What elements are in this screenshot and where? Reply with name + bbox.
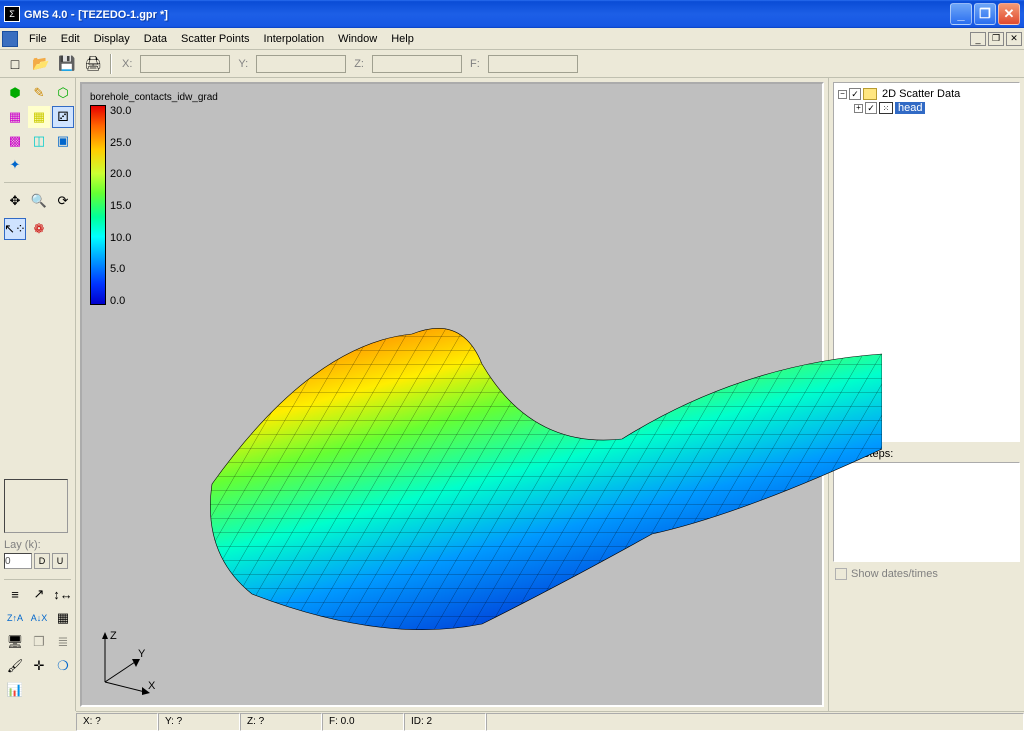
tree-child-row[interactable]: + ✓ ⁙ head	[838, 101, 1015, 115]
tree-root-label[interactable]: 2D Scatter Data	[879, 88, 963, 100]
toolbar-separator	[110, 54, 112, 74]
mdi-close-button[interactable]: ✕	[1006, 32, 1022, 46]
pan-icon[interactable]: ✥	[4, 190, 26, 212]
bottom-tool-bars-icon[interactable]: ≡	[4, 583, 26, 605]
new-button[interactable]: □	[4, 53, 26, 75]
expand-icon[interactable]: +	[854, 104, 863, 113]
z-label: Z:	[350, 58, 368, 70]
grid-yellow-icon[interactable]: ▦	[28, 106, 50, 128]
lay-input[interactable]	[4, 553, 32, 569]
select-spray-icon[interactable]: ❁	[28, 218, 50, 240]
minimize-button[interactable]: _	[950, 3, 972, 25]
y-label: Y:	[234, 58, 252, 70]
tree-root-row[interactable]: − ✓ 2D Scatter Data	[838, 87, 1015, 101]
save-button[interactable]: 💾	[56, 53, 78, 75]
status-blank	[486, 713, 1024, 731]
bottom-tool-za-icon[interactable]: Z↑A	[4, 607, 26, 629]
checkbox-root[interactable]: ✓	[849, 88, 861, 100]
title-bar: Σ GMS 4.0 - [TEZEDO-1.gpr *] _ ❐ ✕	[0, 0, 1024, 28]
menu-edit[interactable]: Edit	[54, 30, 87, 48]
bottom-tool-axes-icon[interactable]: ↕↔	[52, 583, 74, 605]
bottom-tool-copy-icon[interactable]: ❐	[28, 631, 50, 653]
mdi-restore-button[interactable]: ❐	[988, 32, 1004, 46]
close-button[interactable]: ✕	[998, 3, 1020, 25]
f-label: F:	[466, 58, 484, 70]
lay-label: Lay (k):	[4, 539, 71, 551]
color-legend: borehole_contacts_idw_grad 30.0 25.0 20.…	[90, 92, 190, 307]
open-button[interactable]: 📂	[30, 53, 52, 75]
x-label: X:	[118, 58, 136, 70]
legend-ticks: 30.0 25.0 20.0 15.0 10.0 5.0 0.0	[106, 105, 131, 307]
bottom-tool-chart-icon[interactable]: 📊	[4, 679, 26, 701]
grid-cubes-icon[interactable]: ▩	[4, 130, 26, 152]
surface-mesh	[182, 224, 882, 654]
svg-text:X: X	[148, 680, 156, 692]
tree-child-label[interactable]: head	[895, 102, 925, 114]
menu-display[interactable]: Display	[87, 30, 137, 48]
print-button[interactable]: 🖨	[82, 53, 104, 75]
hex-outline-icon[interactable]: ⬡	[52, 82, 74, 104]
grid-magenta-icon[interactable]: ▦	[4, 106, 26, 128]
compass-icon[interactable]: ✦	[4, 154, 26, 176]
main-toolbar: □ 📂 💾 🖨 X: Y: Z: F:	[0, 50, 1024, 78]
bottom-tool-center-icon[interactable]: ✛	[28, 655, 50, 677]
mdi-document-icon[interactable]	[2, 31, 18, 47]
cyan-cube-icon[interactable]: ◫	[28, 130, 50, 152]
status-id: ID: 2	[404, 713, 486, 731]
menu-help[interactable]: Help	[384, 30, 421, 48]
select-arrow-icon[interactable]: ↖⁘	[4, 218, 26, 240]
bottom-tool-notes-icon[interactable]: ≣	[52, 631, 74, 653]
status-bar: X: ? Y: ? Z: ? F: 0.0 ID: 2	[76, 711, 1024, 731]
hex-solid-icon[interactable]: ⬢	[4, 82, 26, 104]
checkbox-child[interactable]: ✓	[865, 102, 877, 114]
bottom-tool-brush-icon[interactable]: 🖌	[4, 655, 26, 677]
status-f: F: 0.0	[322, 713, 404, 731]
lay-d-button[interactable]: D	[34, 553, 50, 569]
status-z: Z: ?	[240, 713, 322, 731]
legend-title: borehole_contacts_idw_grad	[90, 92, 190, 103]
menu-data[interactable]: Data	[137, 30, 174, 48]
rotate-icon[interactable]: ⟳	[52, 190, 74, 212]
svg-text:Z: Z	[110, 630, 117, 642]
f-field[interactable]	[488, 55, 578, 73]
app-icon: Σ	[4, 6, 20, 22]
axis-triad-icon: Z X Y	[90, 627, 160, 697]
dice-icon[interactable]: ⚂	[52, 106, 74, 128]
status-x: X: ?	[76, 713, 158, 731]
mdi-controls: _ ❐ ✕	[968, 32, 1022, 46]
menu-file[interactable]: File	[22, 30, 54, 48]
viewport-3d[interactable]: borehole_contacts_idw_grad 30.0 25.0 20.…	[80, 82, 824, 707]
pencil-icon[interactable]: ✎	[28, 82, 50, 104]
left-toolbox: ⬢ ✎ ⬡ ▦ ▦ ⚂ ▩ ◫ ▣ ✦ ✥ 🔍 ⟳ ↖⁘ ❁ Lay (k):	[0, 78, 76, 711]
menu-scatter-points[interactable]: Scatter Points	[174, 30, 256, 48]
mdi-minimize-button[interactable]: _	[970, 32, 986, 46]
menu-bar: File Edit Display Data Scatter Points In…	[0, 28, 1024, 50]
status-y: Y: ?	[158, 713, 240, 731]
y-field[interactable]	[256, 55, 346, 73]
blue-cube-icon[interactable]: ▣	[52, 130, 74, 152]
app-title: GMS 4.0 - [TEZEDO-1.gpr *]	[24, 7, 168, 21]
menu-interpolation[interactable]: Interpolation	[257, 30, 332, 48]
x-field[interactable]	[140, 55, 230, 73]
scatter-icon: ⁙	[879, 102, 893, 114]
bottom-tool-ax-icon[interactable]: A↓X	[28, 607, 50, 629]
bottom-tool-grid-icon[interactable]: ▦	[52, 607, 74, 629]
zoom-icon[interactable]: 🔍	[28, 190, 50, 212]
z-field[interactable]	[372, 55, 462, 73]
bottom-tool-drop-icon[interactable]: ❍	[52, 655, 74, 677]
preview-box	[4, 479, 68, 533]
menu-window[interactable]: Window	[331, 30, 384, 48]
lay-u-button[interactable]: U	[52, 553, 68, 569]
bottom-tool-line-icon[interactable]: ↗	[28, 583, 50, 605]
svg-text:Y: Y	[138, 648, 146, 660]
maximize-button[interactable]: ❐	[974, 3, 996, 25]
window-buttons: _ ❐ ✕	[950, 3, 1020, 25]
collapse-icon[interactable]: −	[838, 90, 847, 99]
folder-icon	[863, 88, 877, 100]
bottom-tool-computer-icon[interactable]: 🖥	[4, 631, 26, 653]
legend-gradient-icon	[90, 105, 106, 305]
